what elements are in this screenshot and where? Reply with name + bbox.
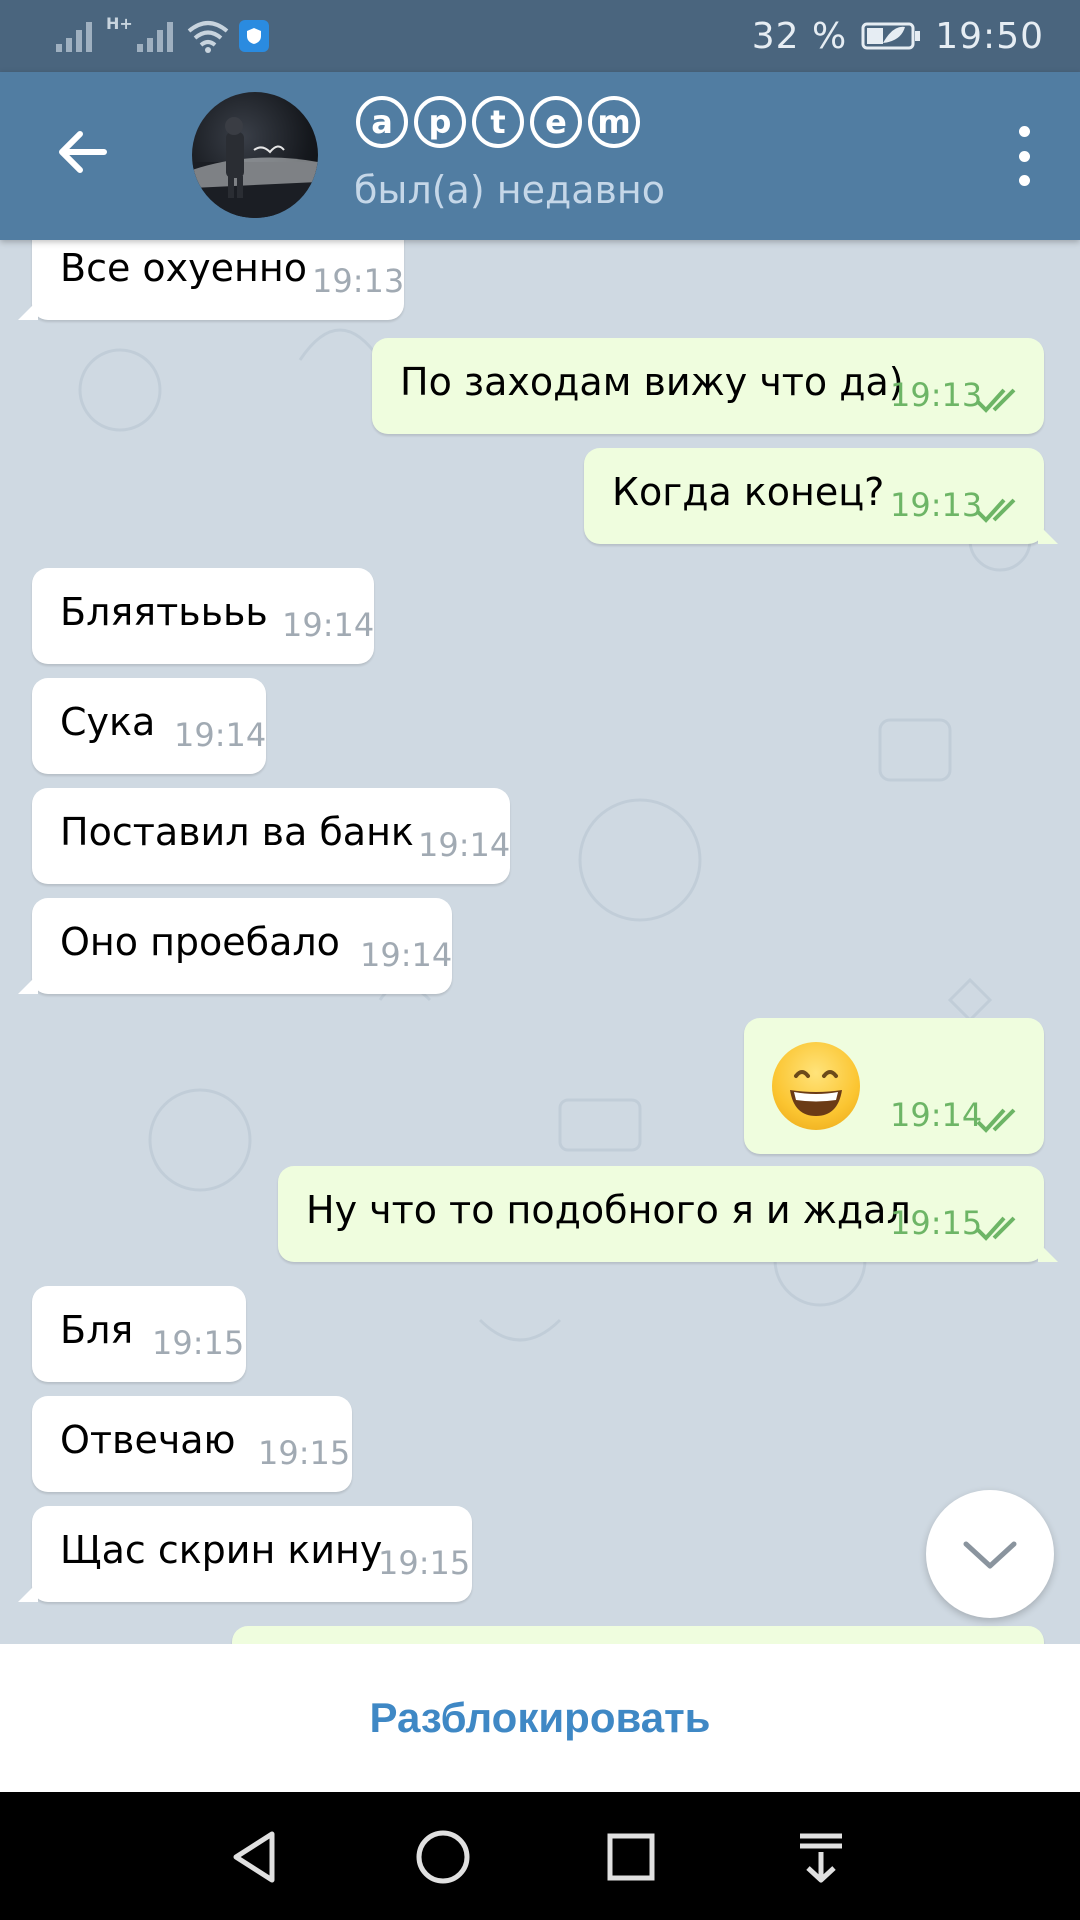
more-vertical-icon-dot (1018, 175, 1030, 186)
read-ticks-icon (976, 1216, 1016, 1241)
avatar[interactable] (192, 92, 318, 218)
message-outgoing[interactable]: Когда конец? 19:13 (584, 448, 1058, 544)
arrow-left-icon (59, 131, 107, 173)
message-text: Бляятьььь (60, 590, 268, 634)
title-letter: t (472, 96, 524, 148)
signal-icon (56, 22, 92, 52)
message-outgoing[interactable]: Ну что то подобного я и ждал 19:15 (278, 1166, 1058, 1262)
message-outgoing[interactable]: По заходам вижу что да) 19:13 (372, 338, 1044, 434)
message-time: 19:14 (174, 716, 267, 754)
read-ticks-icon (976, 388, 1016, 413)
message-outgoing-emoji[interactable]: 19:14 (744, 1018, 1044, 1154)
message-incoming[interactable]: Оно проебало 19:14 (18, 898, 453, 994)
recents-square-icon (607, 1833, 655, 1881)
title-letter: e (530, 96, 582, 148)
nav-recents-button[interactable] (596, 1822, 666, 1892)
navigation-bar (0, 1792, 1080, 1920)
grinning-face-emoji-icon (772, 1042, 860, 1130)
message-text: Ну что то подобного я и ждал (306, 1188, 911, 1232)
scroll-to-bottom-button[interactable] (926, 1490, 1054, 1618)
nav-home-button[interactable] (408, 1822, 478, 1892)
message-text: Сука (60, 700, 156, 744)
message-incoming[interactable]: Поставил ва банк 19:14 (32, 788, 510, 884)
message-time: 19:13 (312, 262, 405, 300)
notifications-icon (800, 1833, 842, 1883)
message-time: 19:15 (378, 1544, 471, 1582)
message-text: Когда конец? (612, 470, 885, 514)
battery-icon (861, 22, 921, 50)
home-circle-icon (416, 1830, 470, 1884)
message-time: 19:15 (152, 1324, 245, 1362)
message-time: 19:14 (418, 826, 511, 864)
message-time: 19:13 (890, 486, 983, 524)
vpn-shield-icon (238, 20, 269, 52)
message-text: Щас скрин кину (60, 1528, 383, 1572)
read-ticks-icon (976, 1108, 1016, 1133)
more-vertical-icon-dot (1018, 150, 1030, 162)
message-text: Бля (60, 1308, 134, 1352)
read-ticks-icon (976, 498, 1016, 523)
title-letter: a (356, 96, 408, 148)
status-indicators: H+ (56, 14, 269, 58)
back-triangle-icon (233, 1831, 275, 1883)
message-incoming[interactable]: Сука 19:14 (32, 678, 266, 774)
telegram-chat-screen: H+ 32 % 19:50 a p t e m был(а) недавно В… (0, 0, 1080, 1920)
message-list[interactable]: Все охуенно 19:13 По заходам вижу что да… (0, 240, 1080, 1644)
message-text: По заходам вижу что да) (400, 360, 904, 404)
message-incoming[interactable]: Отвечаю 19:15 (32, 1396, 352, 1492)
unblock-button[interactable]: Разблокировать (369, 1694, 710, 1742)
message-time: 19:14 (890, 1096, 983, 1134)
message-text: Оно проебало (60, 920, 340, 964)
status-right: 32 % 19:50 (752, 14, 1044, 58)
unblock-bar: Разблокировать (0, 1644, 1080, 1792)
wifi-icon (187, 21, 229, 53)
chevron-down-icon (963, 1541, 1017, 1569)
chat-header: a p t e m был(а) недавно (0, 72, 1080, 240)
title-letter: p (414, 96, 466, 148)
message-incoming[interactable]: Щас скрин кину 19:15 (18, 1506, 472, 1602)
message-time: 19:15 (890, 1204, 983, 1242)
battery-percent: 32 % (751, 15, 848, 57)
last-seen-status: был(а) недавно (354, 168, 666, 212)
signal-2-icon (136, 22, 173, 52)
message-incoming[interactable]: Бля 19:15 (32, 1286, 246, 1382)
clock: 19:50 (935, 15, 1044, 57)
title-letter: m (588, 96, 640, 148)
message-text: Отвечаю (60, 1418, 236, 1462)
message-time: 19:13 (890, 376, 983, 414)
message-outgoing-partial[interactable] (232, 1626, 1044, 1644)
message-time: 19:14 (282, 606, 375, 644)
message-time: 19:14 (360, 936, 453, 974)
message-time: 19:15 (258, 1434, 351, 1472)
more-menu-button[interactable] (1012, 126, 1036, 186)
avatar-photo (192, 117, 318, 218)
network-type-label: H+ (106, 14, 133, 33)
back-button[interactable] (52, 122, 112, 182)
message-text: Поставил ва банк (60, 810, 414, 854)
message-incoming[interactable]: Бляятьььь 19:14 (32, 568, 374, 664)
nav-notifications-button[interactable] (786, 1822, 856, 1892)
message-text: Все охуенно (60, 246, 307, 290)
message-incoming[interactable]: Все охуенно 19:13 (18, 240, 405, 320)
status-bar: H+ 32 % 19:50 (0, 0, 1080, 72)
nav-back-button[interactable] (220, 1822, 290, 1892)
more-vertical-icon-dot (1018, 126, 1030, 137)
chat-title[interactable]: a p t e m (356, 96, 640, 148)
